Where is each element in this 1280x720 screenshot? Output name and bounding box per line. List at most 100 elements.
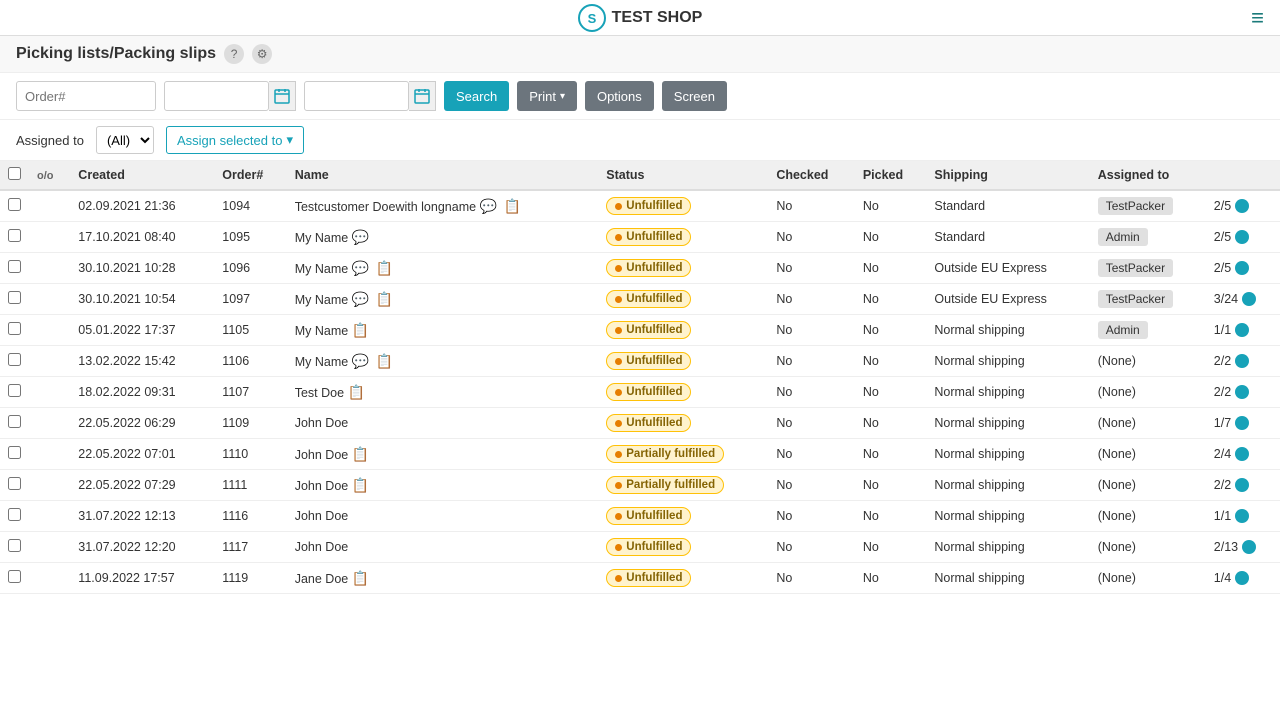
th-oo: o/o	[29, 161, 70, 190]
row-checkbox-cell[interactable]	[0, 501, 29, 532]
row-created: 22.05.2022 07:29	[70, 470, 214, 501]
th-order[interactable]: Order#	[214, 161, 286, 190]
row-checkbox[interactable]	[8, 229, 21, 242]
info-icon[interactable]	[1242, 292, 1256, 306]
th-select-all[interactable]	[0, 161, 29, 190]
assign-selected-button[interactable]: Assign selected to ▾	[166, 126, 304, 154]
row-count: 3/24	[1214, 292, 1238, 306]
comment-icon[interactable]: 💬	[352, 353, 369, 369]
row-checkbox[interactable]	[8, 198, 21, 211]
row-checkbox[interactable]	[8, 260, 21, 273]
settings-icon[interactable]: ⚙	[252, 44, 272, 64]
row-picked: No	[855, 315, 927, 346]
row-checkbox[interactable]	[8, 570, 21, 583]
row-order: 1105	[214, 315, 286, 346]
row-checkbox[interactable]	[8, 384, 21, 397]
help-icon[interactable]: ?	[224, 44, 244, 64]
th-name[interactable]: Name	[287, 161, 599, 190]
doc-icon[interactable]: 📋	[376, 291, 393, 307]
options-button[interactable]: Options	[585, 81, 654, 111]
row-checkbox-cell[interactable]	[0, 377, 29, 408]
th-picked[interactable]: Picked	[855, 161, 927, 190]
info-icon[interactable]	[1235, 261, 1249, 275]
row-created: 30.10.2021 10:54	[70, 284, 214, 315]
row-checkbox-cell[interactable]	[0, 346, 29, 377]
row-created: 22.05.2022 07:01	[70, 439, 214, 470]
screen-button[interactable]: Screen	[662, 81, 727, 111]
row-checkbox-cell[interactable]	[0, 439, 29, 470]
doc-icon[interactable]: 📋	[503, 198, 520, 214]
info-icon[interactable]	[1235, 416, 1249, 430]
th-shipping[interactable]: Shipping	[926, 161, 1089, 190]
doc-icon[interactable]: 📋	[348, 384, 365, 400]
info-icon[interactable]	[1235, 323, 1249, 337]
comment-icon[interactable]: 💬	[352, 291, 369, 307]
row-picked: No	[855, 501, 927, 532]
info-icon[interactable]	[1235, 230, 1249, 244]
info-icon[interactable]	[1235, 509, 1249, 523]
info-icon[interactable]	[1235, 478, 1249, 492]
row-checkbox-cell[interactable]	[0, 315, 29, 346]
date-to-calendar-button[interactable]	[409, 81, 436, 111]
row-shipping: Normal shipping	[926, 346, 1089, 377]
row-checkbox-cell[interactable]	[0, 563, 29, 594]
comment-icon[interactable]: 💬	[352, 229, 369, 245]
comment-icon[interactable]: 💬	[480, 198, 497, 214]
th-checked[interactable]: Checked	[768, 161, 855, 190]
row-created: 22.05.2022 06:29	[70, 408, 214, 439]
date-from-input[interactable]: 10.08.2021	[164, 81, 269, 111]
th-created[interactable]: Created	[70, 161, 214, 190]
assigned-none: (None)	[1098, 447, 1136, 461]
date-from-calendar-button[interactable]	[269, 81, 296, 111]
doc-icon[interactable]: 📋	[352, 322, 369, 338]
th-status[interactable]: Status	[598, 161, 768, 190]
hamburger-menu[interactable]: ≡	[1251, 5, 1264, 31]
select-all-checkbox[interactable]	[8, 167, 21, 180]
date-to-input[interactable]: 05.10.2022	[304, 81, 409, 111]
row-count-cell: 1/4	[1206, 563, 1280, 594]
doc-icon[interactable]: 📋	[352, 570, 369, 586]
assigned-to-select[interactable]: (All)	[96, 126, 154, 154]
info-icon[interactable]	[1235, 571, 1249, 585]
row-checkbox[interactable]	[8, 539, 21, 552]
row-checkbox[interactable]	[8, 446, 21, 459]
row-checkbox-cell[interactable]	[0, 532, 29, 563]
row-checkbox-cell[interactable]	[0, 470, 29, 501]
row-checkbox-cell[interactable]	[0, 408, 29, 439]
status-dot	[615, 575, 622, 582]
doc-icon[interactable]: 📋	[352, 446, 369, 462]
row-checkbox-cell[interactable]	[0, 253, 29, 284]
info-icon[interactable]	[1235, 385, 1249, 399]
info-icon[interactable]	[1235, 447, 1249, 461]
row-assigned: TestPacker	[1090, 284, 1206, 315]
doc-icon[interactable]: 📋	[352, 477, 369, 493]
row-oo	[29, 563, 70, 594]
row-checkbox[interactable]	[8, 415, 21, 428]
info-icon[interactable]	[1235, 199, 1249, 213]
row-checkbox[interactable]	[8, 322, 21, 335]
table-row: 22.05.2022 07:291111John Doe 📋Partially …	[0, 470, 1280, 501]
info-icon[interactable]	[1235, 354, 1249, 368]
search-button[interactable]: Search	[444, 81, 509, 111]
row-checkbox-cell[interactable]	[0, 190, 29, 222]
print-button[interactable]: Print ▾	[517, 81, 577, 111]
th-assigned-to[interactable]: Assigned to	[1090, 161, 1206, 190]
row-order: 1096	[214, 253, 286, 284]
row-checkbox-cell[interactable]	[0, 284, 29, 315]
info-icon[interactable]	[1242, 540, 1256, 554]
row-checkbox-cell[interactable]	[0, 222, 29, 253]
row-name: John Doe	[295, 540, 349, 554]
row-count: 2/5	[1214, 261, 1231, 275]
row-checkbox[interactable]	[8, 477, 21, 490]
comment-icon[interactable]: 💬	[352, 260, 369, 276]
order-input[interactable]	[16, 81, 156, 111]
row-shipping: Normal shipping	[926, 470, 1089, 501]
row-checkbox[interactable]	[8, 508, 21, 521]
row-order: 1119	[214, 563, 286, 594]
row-count-cell: 2/5	[1206, 253, 1280, 284]
doc-icon[interactable]: 📋	[376, 353, 393, 369]
row-checkbox[interactable]	[8, 353, 21, 366]
row-checkbox[interactable]	[8, 291, 21, 304]
row-order: 1117	[214, 532, 286, 563]
doc-icon[interactable]: 📋	[376, 260, 393, 276]
